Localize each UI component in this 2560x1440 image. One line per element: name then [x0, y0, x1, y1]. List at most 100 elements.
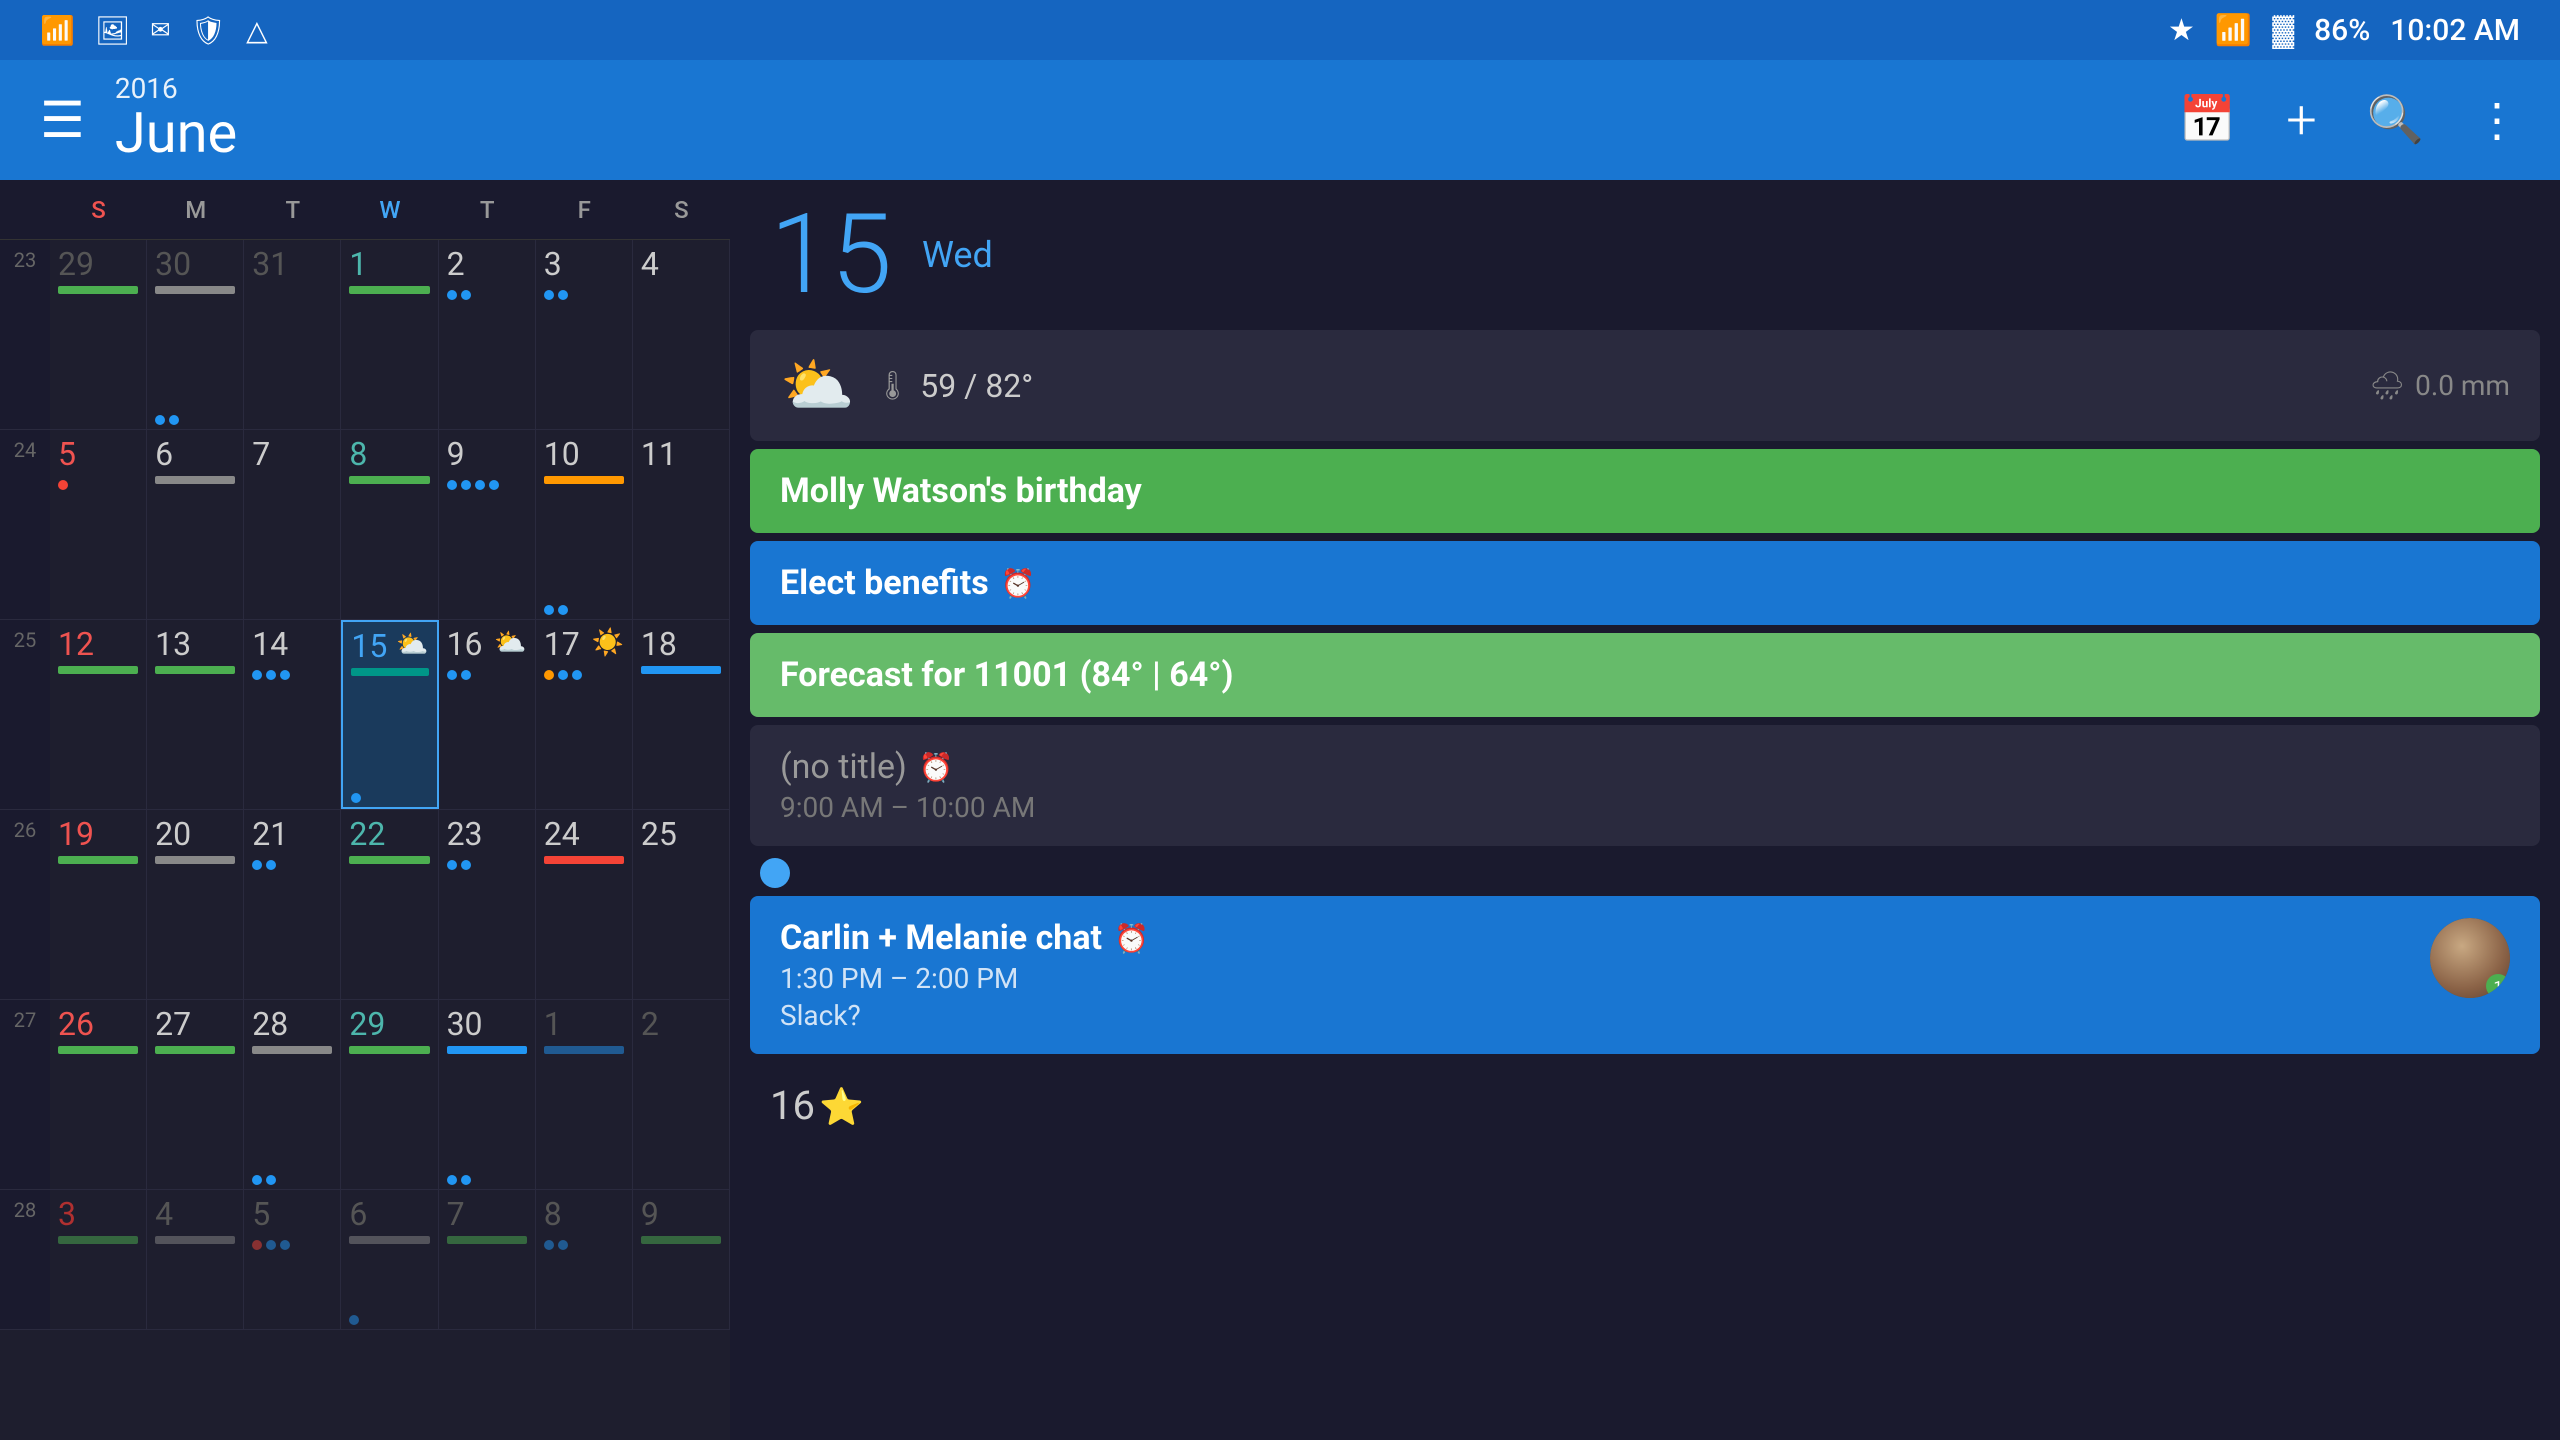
- event-bar: [155, 476, 235, 484]
- cal-day-jul1[interactable]: 1: [536, 1000, 633, 1189]
- benefits-label: Elect benefits: [780, 563, 989, 603]
- cal-day-jun13[interactable]: 13: [147, 620, 244, 809]
- cal-day-jun19[interactable]: 19: [50, 810, 147, 999]
- cal-day-jun7[interactable]: 7: [244, 430, 341, 619]
- calendar-view-button[interactable]: 📅: [2179, 93, 2236, 147]
- event-card-chat[interactable]: Carlin + Melanie chat ⏰ 1:30 PM – 2:00 P…: [750, 896, 2540, 1054]
- cal-day-jun15-today[interactable]: 15 ⛅: [341, 620, 438, 809]
- cal-day-may29[interactable]: 29: [50, 240, 147, 429]
- cal-day-jun26[interactable]: 26: [50, 1000, 147, 1189]
- event-dot: [349, 1315, 359, 1325]
- day-header-tue: T: [244, 180, 341, 239]
- event-dots: [447, 670, 527, 680]
- event-bars: [58, 666, 138, 805]
- cal-day-jun30[interactable]: 30: [439, 1000, 536, 1189]
- cal-day-jun6[interactable]: 6: [147, 430, 244, 619]
- event-dot: [558, 670, 568, 680]
- cal-day-jun24[interactable]: 24: [536, 810, 633, 999]
- cal-day-jul7[interactable]: 7: [439, 1190, 536, 1329]
- event-dot: [252, 1175, 262, 1185]
- event-card-forecast[interactable]: Forecast for 11001 (84° | 64°): [750, 633, 2540, 717]
- event-bars: [155, 1236, 235, 1325]
- event-dot: [544, 290, 554, 300]
- more-options-button[interactable]: ⋮: [2474, 93, 2520, 148]
- cal-day-jun21[interactable]: 21: [244, 810, 341, 999]
- cal-day-jun11[interactable]: 11: [633, 430, 730, 619]
- search-button[interactable]: 🔍: [2367, 93, 2424, 147]
- event-dots: [544, 290, 624, 300]
- cal-day-jun27[interactable]: 27: [147, 1000, 244, 1189]
- cal-day-jun5[interactable]: 5: [50, 430, 147, 619]
- cal-day-jul3[interactable]: 3: [50, 1190, 147, 1329]
- cal-day-jun20[interactable]: 20: [147, 810, 244, 999]
- day-num: 6: [349, 1198, 429, 1230]
- event-bars: [544, 1046, 624, 1185]
- event-bar: [155, 856, 235, 864]
- cal-day-jun3[interactable]: 3: [536, 240, 633, 429]
- cal-day-jun4[interactable]: 4: [633, 240, 730, 429]
- cal-day-jul2[interactable]: 2: [633, 1000, 730, 1189]
- cal-day-jul6[interactable]: 6: [341, 1190, 438, 1329]
- event-card-birthday[interactable]: Molly Watson's birthday: [750, 449, 2540, 533]
- day-num: 8: [349, 438, 429, 470]
- event-dots: [252, 1175, 332, 1185]
- event-dot: [461, 670, 471, 680]
- cal-day-jun16[interactable]: 16 ⛅: [439, 620, 536, 809]
- event-bar: [349, 286, 429, 294]
- day-num: 2: [641, 1008, 721, 1040]
- cal-day-may30[interactable]: 30: [147, 240, 244, 429]
- week-num-25: 25: [0, 620, 50, 809]
- menu-button[interactable]: ☰: [40, 91, 85, 150]
- cal-day-jun25[interactable]: 25: [633, 810, 730, 999]
- cal-day-jun14[interactable]: 14: [244, 620, 341, 809]
- calendar-week-27: 27 26 27 28: [0, 1000, 730, 1190]
- cal-day-jun10[interactable]: 10: [536, 430, 633, 619]
- event-dot: [169, 415, 179, 425]
- cal-day-jun8[interactable]: 8: [341, 430, 438, 619]
- cal-day-jul4[interactable]: 4: [147, 1190, 244, 1329]
- event-dot: [544, 605, 554, 615]
- calendar-week-23: 23 29 30: [0, 240, 730, 430]
- event-bars: [641, 666, 721, 805]
- event-dot: [447, 290, 457, 300]
- day-num: 28: [252, 1008, 332, 1040]
- event-dot: [558, 605, 568, 615]
- week-num-24: 24: [0, 430, 50, 619]
- cal-day-jun22[interactable]: 22: [341, 810, 438, 999]
- cal-day-jun18[interactable]: 18: [633, 620, 730, 809]
- event-bar: [351, 668, 428, 676]
- event-dots: [544, 605, 624, 615]
- cal-day-jun9[interactable]: 9: [439, 430, 536, 619]
- event-dot: [558, 290, 568, 300]
- day-num: 9: [447, 438, 527, 470]
- event-bars: [447, 1236, 527, 1325]
- event-card-no-title[interactable]: (no title) ⏰ 9:00 AM – 10:00 AM: [750, 725, 2540, 846]
- event-title-birthday: Molly Watson's birthday: [780, 471, 2510, 511]
- event-dots: [447, 860, 527, 870]
- cal-day-jun28[interactable]: 28: [244, 1000, 341, 1189]
- event-dot: [58, 480, 68, 490]
- status-right: ★ 📶 ▓ 86% 10:02 AM: [2168, 13, 2520, 48]
- cal-day-jun1[interactable]: 1: [341, 240, 438, 429]
- event-bar: [155, 1046, 235, 1054]
- cal-day-may31[interactable]: 31: [244, 240, 341, 429]
- event-bar: [252, 1046, 332, 1054]
- cal-day-jul8[interactable]: 8: [536, 1190, 633, 1329]
- cal-day-jul5[interactable]: 5: [244, 1190, 341, 1329]
- cal-day-jun29[interactable]: 29: [341, 1000, 438, 1189]
- day-num: 22: [349, 818, 429, 850]
- day-num: 31: [252, 248, 332, 280]
- cal-day-jul9[interactable]: 9: [633, 1190, 730, 1329]
- event-card-benefits[interactable]: Elect benefits ⏰: [750, 541, 2540, 625]
- cal-day-jun2[interactable]: 2: [439, 240, 536, 429]
- cal-day-jun23[interactable]: 23: [439, 810, 536, 999]
- event-dot: [475, 480, 485, 490]
- event-dots: [544, 1240, 624, 1250]
- event-bars: [58, 1046, 138, 1185]
- day-num: 29: [349, 1008, 429, 1040]
- add-event-button[interactable]: +: [2286, 89, 2317, 152]
- cal-day-jun17[interactable]: 17 ☀️: [536, 620, 633, 809]
- event-bars: [641, 1236, 721, 1325]
- cal-day-jun12[interactable]: 12: [50, 620, 147, 809]
- calendar-section: S M T W T F S 23 29 30: [0, 180, 730, 1440]
